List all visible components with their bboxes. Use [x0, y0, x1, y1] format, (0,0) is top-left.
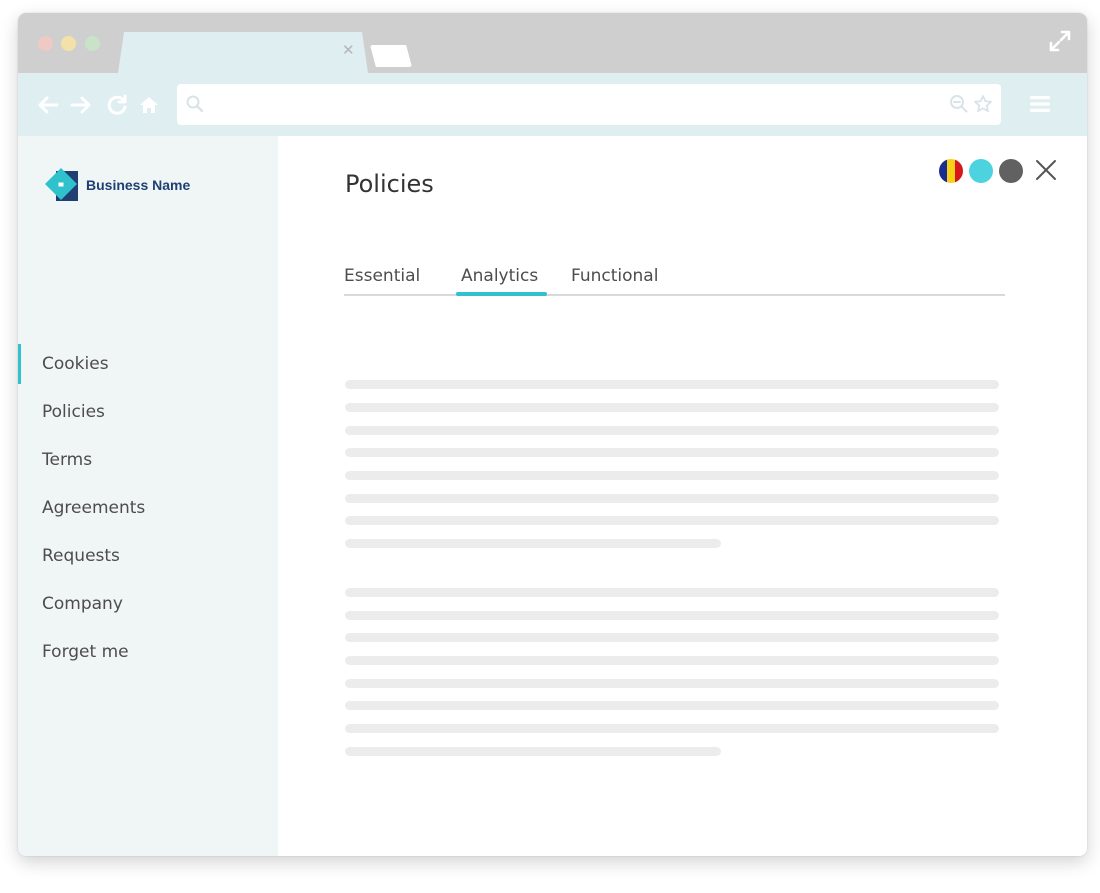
browser-toolbar — [18, 73, 1087, 136]
flag-stripe-red — [955, 159, 963, 183]
tab-essential[interactable]: Essential — [344, 266, 420, 296]
sidebar-item-policies[interactable]: Policies — [18, 388, 278, 436]
new-tab-button[interactable] — [370, 45, 412, 67]
placeholder-line — [345, 471, 999, 480]
placeholder-line — [345, 633, 999, 642]
placeholder-line — [345, 516, 999, 525]
placeholder-line — [345, 611, 999, 620]
placeholder-line — [345, 539, 721, 548]
back-arrow-icon[interactable] — [36, 93, 60, 117]
flag-stripe-yellow — [947, 159, 955, 183]
business-logo-icon — [45, 168, 78, 201]
business-name: Business Name — [86, 177, 191, 193]
close-icon[interactable] — [1034, 158, 1058, 182]
placeholder-line — [345, 724, 999, 733]
active-tab-indicator — [456, 292, 547, 296]
sidebar-item-agreements[interactable]: Agreements — [18, 484, 278, 532]
zoom-icon[interactable] — [949, 94, 969, 114]
close-window-button[interactable] — [38, 36, 53, 51]
close-tab-icon[interactable]: ✕ — [342, 43, 355, 58]
grey-circle-option[interactable] — [999, 159, 1023, 183]
placeholder-line — [345, 679, 999, 688]
page-title: Policies — [345, 170, 434, 198]
sidebar: Business Name Cookies Policies Terms Agr… — [18, 136, 278, 856]
menu-icon[interactable] — [1030, 94, 1050, 114]
sidebar-item-forget-me[interactable]: Forget me — [18, 628, 278, 676]
main-panel: Policies Essential Analytics Functional — [278, 136, 1087, 856]
star-icon[interactable] — [973, 94, 993, 114]
placeholder-line — [345, 747, 721, 756]
flag-stripe-blue — [939, 159, 947, 183]
placeholder-line — [345, 701, 999, 710]
sidebar-item-company[interactable]: Company — [18, 580, 278, 628]
placeholder-line — [345, 656, 999, 665]
search-icon — [186, 95, 204, 113]
browser-tab[interactable] — [118, 32, 368, 73]
placeholder-line — [345, 448, 999, 457]
sidebar-item-terms[interactable]: Terms — [18, 436, 278, 484]
expand-icon[interactable] — [1048, 29, 1072, 53]
placeholder-line — [345, 494, 999, 503]
minimize-window-button[interactable] — [61, 36, 76, 51]
browser-titlebar: ✕ — [18, 13, 1087, 73]
sidebar-item-requests[interactable]: Requests — [18, 532, 278, 580]
maximize-window-button[interactable] — [85, 36, 100, 51]
home-icon[interactable] — [137, 93, 161, 117]
placeholder-line — [345, 403, 999, 412]
placeholder-line — [345, 426, 999, 435]
tab-functional[interactable]: Functional — [571, 266, 658, 296]
reload-icon[interactable] — [105, 93, 129, 117]
teal-circle-option[interactable] — [969, 159, 993, 183]
address-bar[interactable] — [177, 84, 1001, 125]
placeholder-line — [345, 380, 999, 389]
policy-tabs: Essential Analytics Functional — [344, 266, 1005, 296]
forward-arrow-icon[interactable] — [69, 93, 93, 117]
sidebar-item-cookies[interactable]: Cookies — [18, 340, 278, 388]
language-flag-icon[interactable] — [939, 159, 963, 183]
browser-window: ✕ Business Name Cookies Policies Terms A… — [18, 13, 1087, 856]
sidebar-nav: Cookies Policies Terms Agreements Reques… — [18, 340, 278, 676]
placeholder-line — [345, 588, 999, 597]
